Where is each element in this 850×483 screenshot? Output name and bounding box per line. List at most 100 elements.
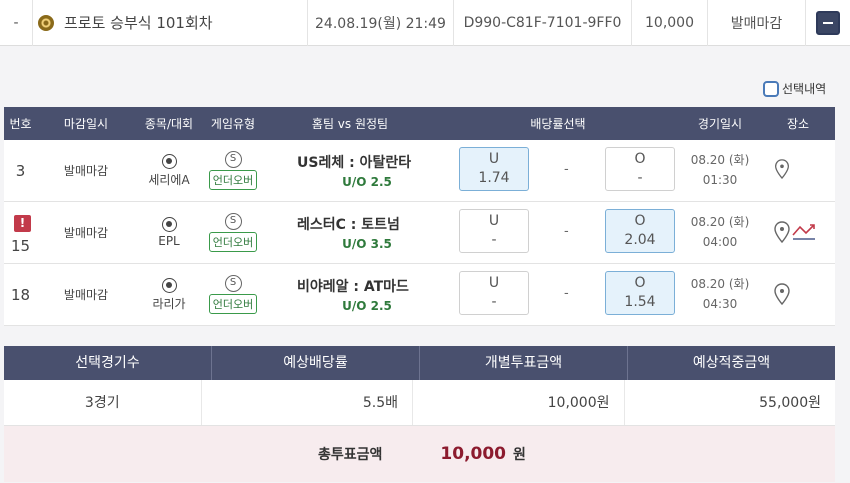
row-deadline: 발매마감 [63,164,109,178]
summary-header-stake: 개별투표금액 [420,346,628,380]
under-odds-button[interactable]: U 1.74 [459,147,529,191]
map-pin-icon[interactable] [774,159,790,180]
checkbox[interactable] [763,80,779,97]
soccer-ball-icon [161,217,177,232]
ticket-id: D990-C81F-7101-9FF0 [454,0,632,46]
under-odds: 1.74 [478,170,510,186]
over-label: O [634,275,646,291]
soccer-ball-icon [161,153,177,169]
trend-chart-icon[interactable] [792,221,816,241]
game-type-tag: 언더오버 [208,170,258,190]
header-odds: 배당률선택 [530,117,586,131]
type-cell: S 언더오버 [203,213,263,252]
summary-payout: 55,000원 [759,395,821,411]
draw-odds: - [564,162,569,177]
ticket-dash: - [0,0,33,46]
summary-odds: 5.5배 [202,380,413,425]
summary-values: 3경기 5.5배 10,000원 55,000원 [4,380,835,426]
header-type: 게임유형 [210,117,256,131]
minus-icon[interactable] [816,10,840,35]
match-time: 01:30 [702,173,738,187]
under-odds-button[interactable]: U - [459,209,529,253]
total-amount: 10,000 [440,444,507,464]
ticket-amount: 10,000 [632,0,708,46]
match-date: 08.20 (화) [690,153,750,167]
league-cell: 세리에A [135,153,203,188]
over-odds: - [637,170,643,186]
soccer-ball-icon [161,277,177,293]
match-date-cell: 08.20 (화) 04:00 [679,212,761,252]
under-label: U [488,213,500,229]
venue-cell [774,221,816,243]
match-time: 04:30 [702,297,738,311]
summary-stake: 10,000원 [413,380,625,425]
league-cell: 라리가 [135,277,203,312]
match-teams: 비야레알 : AT마드 [297,279,409,295]
league-name: EPL [158,234,180,248]
table-row: ! 15 발매마감 EPL S 언더오버 레스터C : 토트넘 U/O 3.5 … [4,202,835,264]
summary-table: 선택경기수 예상배당률 개별투표금액 예상적중금액 3경기 5.5배 10,00… [4,346,835,482]
summary-header-payout: 예상적중금액 [692,355,771,371]
summary-header: 선택경기수 예상배당률 개별투표금액 예상적중금액 [4,346,835,380]
over-label: O [634,213,646,229]
match-time: 04:00 [702,235,738,249]
select-history-label: 선택내역 [782,82,827,96]
summary-header-count: 선택경기수 [4,346,212,380]
match-teams: US레체 : 아탈란타 [297,155,412,171]
single-badge-icon: S [224,213,242,230]
ticket-status: 발매마감 [708,0,806,46]
single-badge-icon: S [224,151,242,168]
match-cell: 비야레알 : AT마드 U/O 2.5 [263,276,437,313]
type-cell: S 언더오버 [203,151,263,190]
games-table-header: 번호 마감일시 종목/대회 게임유형 홈팀 vs 원정팀 배당률선택 경기일시 … [4,107,835,140]
ticket-datetime: 24.08.19(월) 21:49 [308,0,454,46]
over-odds: 2.04 [624,232,656,248]
match-date: 08.20 (화) [690,277,750,291]
under-odds-button[interactable]: U - [459,271,529,315]
match-teams: 레스터C : 토트넘 [297,217,400,233]
header-no: 번호 [9,117,32,131]
over-odds: 1.54 [624,294,656,310]
row-deadline: 발매마감 [63,288,109,302]
header-date: 경기일시 [697,117,743,131]
match-date: 08.20 (화) [690,215,750,229]
select-history-toggle[interactable]: 선택내역 [763,80,826,97]
match-cell: 레스터C : 토트넘 U/O 3.5 [263,214,437,251]
venue-cell [774,283,790,308]
map-pin-icon[interactable] [774,283,790,306]
game-type-tag: 언더오버 [208,232,258,252]
alert-icon[interactable]: ! [14,215,31,232]
map-pin-icon[interactable] [774,221,790,243]
under-label: U [488,275,500,291]
over-odds-button[interactable]: O 1.54 [605,271,675,315]
header-league: 종목/대회 [144,117,194,131]
over-odds-button[interactable]: O - [605,147,675,191]
draw-odds: - [564,224,569,239]
header-venue: 장소 [786,117,810,131]
collapse-cell [806,0,850,46]
ticket-row: - 프로토 승부식 101회차 24.08.19(월) 21:49 D990-C… [0,0,850,46]
single-badge-icon: S [224,275,242,292]
match-line: U/O 3.5 [342,237,392,251]
game-type-tag: 언더오버 [208,294,258,314]
venue-cell [774,159,790,182]
under-label: U [488,151,500,167]
games-table: 번호 마감일시 종목/대회 게임유형 홈팀 vs 원정팀 배당률선택 경기일시 … [4,107,835,326]
header-deadline: 마감일시 [63,117,109,131]
over-odds-button[interactable]: O 2.04 [605,209,675,253]
match-line: U/O 2.5 [342,175,392,189]
match-cell: US레체 : 아탈란타 U/O 2.5 [263,152,437,189]
match-date-cell: 08.20 (화) 04:30 [679,274,761,314]
under-odds: - [491,294,497,310]
table-row: 18 발매마감 라리가 S 언더오버 비야레알 : AT마드 U/O 2.5 U… [4,264,835,326]
header-match: 홈팀 vs 원정팀 [311,117,389,131]
total-label: 총투표금액 [318,447,383,463]
total-unit: 원 [513,447,526,463]
type-cell: S 언더오버 [203,275,263,314]
match-line: U/O 2.5 [342,299,392,313]
target-icon [38,14,54,31]
row-deadline: 발매마감 [63,226,109,240]
over-label: O [634,151,646,167]
draw-odds: - [564,286,569,301]
league-name: 라리가 [152,296,186,311]
